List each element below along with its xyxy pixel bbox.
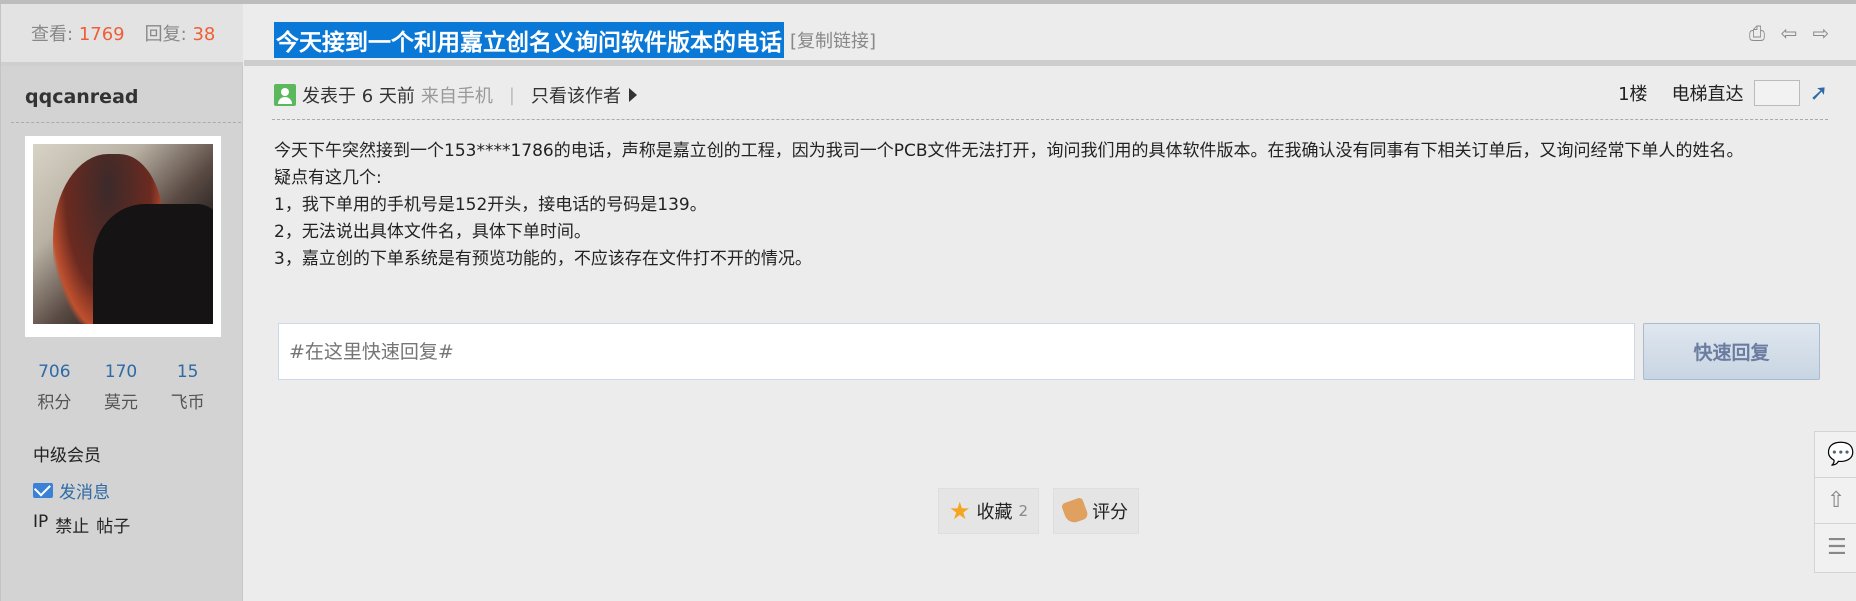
star-icon: ★	[949, 497, 971, 525]
avatar-image	[33, 144, 213, 324]
post-actions: ★ 收藏 2 评分	[938, 488, 1140, 534]
replies-label: 回复:	[144, 24, 187, 45]
send-message-link[interactable]: 发消息	[33, 478, 110, 503]
stat-value: 170	[104, 362, 138, 382]
author-stat-coins[interactable]: 170 莫元	[88, 362, 155, 413]
posts-link[interactable]: 帖子	[96, 512, 130, 537]
divider	[272, 119, 1828, 120]
views-label: 查看:	[31, 24, 74, 45]
floor-number: 1楼	[1618, 84, 1648, 105]
post-main: 今天接到一个利用嘉立创名义询问软件版本的电话 [复制链接] ⎙ ⇦ ⇨ 发表于 …	[244, 4, 1856, 601]
floating-toolbar: 💬 ⇧ ☰	[1814, 431, 1856, 573]
printer-icon[interactable]: ⎙	[1746, 21, 1768, 45]
chat-icon[interactable]: 💬	[1815, 432, 1856, 478]
rate-button[interactable]: 评分	[1053, 488, 1140, 534]
stat-value: 706	[38, 362, 71, 382]
floor-navigation: 1楼 电梯直达 ➚	[1618, 80, 1828, 106]
moderation-links: IP 禁止 帖子	[33, 512, 130, 537]
posted-via: 来自手机	[420, 86, 493, 107]
author-sidebar: 查看: 1769 回复: 38 qqcanread 706 积分 170 莫元 …	[0, 4, 243, 601]
separator: |	[508, 84, 515, 106]
posted-time: 发表于 6 天前	[302, 86, 415, 107]
content-line: 1，我下单用的手机号是152开头，接电话的号码是139。	[274, 195, 707, 215]
caret-right-icon	[628, 88, 637, 102]
quick-reply-button[interactable]: 快速回复	[1643, 323, 1820, 380]
back-to-top-icon[interactable]: ⇧	[1815, 478, 1856, 524]
title-row: 今天接到一个利用嘉立创名义询问软件版本的电话 [复制链接]	[274, 22, 876, 58]
stat-label: 飞币	[170, 393, 205, 413]
post-meta: 发表于 6 天前 来自手机 | 只看该作者	[274, 82, 637, 108]
mail-icon	[33, 483, 53, 498]
go-icon[interactable]: ➚	[1810, 81, 1828, 106]
thread-tools: ⎙ ⇦ ⇨	[1746, 21, 1832, 45]
favorite-button[interactable]: ★ 收藏 2	[938, 488, 1040, 534]
page-title: 今天接到一个利用嘉立创名义询问软件版本的电话	[274, 22, 784, 58]
author-stats: 706 积分 170 莫元 15 飞币	[21, 362, 221, 413]
stat-label: 莫元	[104, 393, 138, 413]
thumbs-up-icon	[1060, 496, 1090, 526]
thread-stats: 查看: 1769 回复: 38	[1, 4, 243, 62]
floor-jump-input[interactable]	[1753, 80, 1800, 106]
author-name[interactable]: qqcanread	[25, 86, 139, 108]
replies-count: 38	[192, 24, 216, 45]
divider	[1, 62, 243, 66]
ban-link[interactable]: 禁止	[55, 512, 89, 537]
stat-label: 积分	[37, 393, 72, 413]
post-content: 今天下午突然接到一个153****1786的电话，声称是嘉立创的工程，因为我司一…	[274, 138, 1834, 273]
avatar[interactable]	[25, 136, 221, 337]
list-icon[interactable]: ☰	[1815, 524, 1856, 570]
divider	[244, 60, 1856, 66]
member-rank: 中级会员	[33, 446, 101, 466]
copy-link-button[interactable]: [复制链接]	[790, 27, 876, 53]
user-online-icon	[274, 84, 296, 106]
arrow-right-icon[interactable]: ⇨	[1810, 21, 1832, 45]
author-stat-feibi[interactable]: 15 飞币	[154, 362, 221, 413]
author-stat-points[interactable]: 706 积分	[21, 362, 88, 413]
content-line: 3，嘉立创的下单系统是有预览功能的，不应该存在文件打不开的情况。	[274, 249, 812, 269]
favorite-label: 收藏	[976, 502, 1013, 523]
content-line: 2，无法说出具体文件名，具体下单时间。	[274, 222, 591, 242]
views-count: 1769	[78, 24, 125, 45]
divider	[11, 122, 241, 123]
ip-link[interactable]: IP	[33, 512, 48, 537]
only-author-link[interactable]: 只看该作者	[531, 82, 637, 108]
only-author-label: 只看该作者	[530, 86, 621, 107]
content-line: 今天下午突然接到一个153****1786的电话，声称是嘉立创的工程，因为我司一…	[274, 141, 1744, 161]
stat-value: 15	[176, 362, 199, 382]
send-message-label: 发消息	[59, 483, 110, 503]
rate-label: 评分	[1092, 502, 1129, 523]
quick-reply-input[interactable]	[278, 323, 1635, 380]
arrow-left-icon[interactable]: ⇦	[1778, 21, 1800, 45]
content-line: 疑点有这几个:	[274, 168, 382, 188]
favorite-count: 2	[1018, 502, 1029, 520]
jump-label: 电梯直达	[1671, 84, 1744, 105]
